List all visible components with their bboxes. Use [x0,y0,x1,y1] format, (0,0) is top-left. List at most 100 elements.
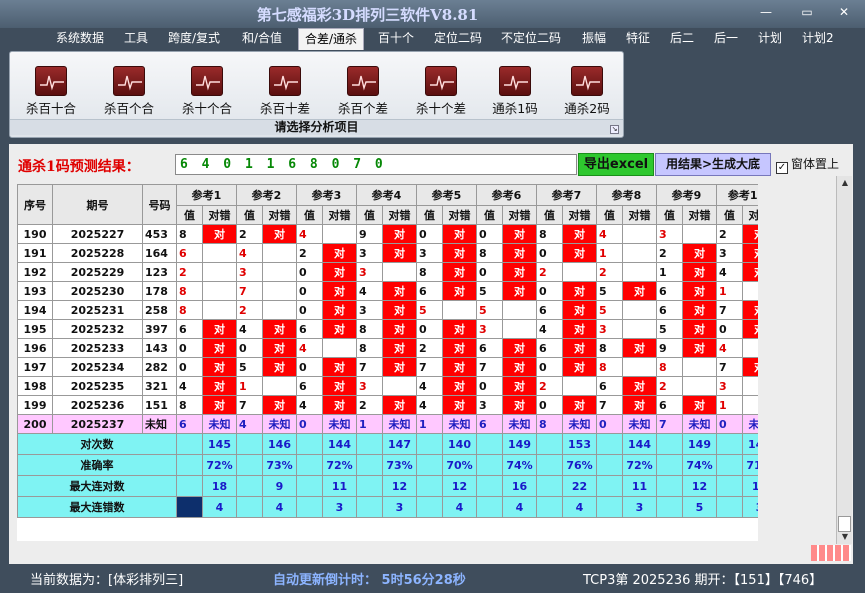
kill-hundreds-tens-sum-button[interactable]: 杀百十合 [16,64,86,117]
minimize-button[interactable]: — [752,3,780,21]
latest-draw-info: TCP3第 2025236 期开：【151】【746】 [583,573,823,588]
result-cell [202,243,237,263]
scroll-down-icon[interactable]: ▼ [837,530,853,544]
table-row[interactable]: 199 2025236 151 8 对 7 对 4 对 2 对 4 对 3 对 0 对 7 对 6 对 1 [17,395,758,415]
value-cell: 2 [716,224,743,244]
kill-tens-units-sum-button[interactable]: 杀十个合 [172,64,242,117]
menu-item-plan2[interactable]: 计划2 [796,28,840,50]
menu-item-last-one[interactable]: 后一 [708,28,744,50]
menu-item-span[interactable]: 跨度/复式 [162,28,226,50]
menu-item-hundreds-tens-units[interactable]: 百十个 [372,28,420,50]
stats-label: 准确率 [17,454,177,476]
value-cell: 6 [476,414,503,434]
table-row[interactable]: 193 2025230 178 8 7 0 对 4 对 6 对 5 对 0 对 5 对 6 对 1 [17,281,758,301]
export-excel-button[interactable]: 导出excel [578,153,654,176]
value-cell: 8 [596,357,623,377]
kill-one-code-button[interactable]: 通杀1码 [480,64,550,117]
menu-item-system-data[interactable]: 系统数据 [50,28,110,50]
value-cell: 0 [296,262,323,282]
result-cell: 对 [682,338,717,358]
result-cell: 对 [262,338,297,358]
value-cell: 4 [236,243,263,263]
table-row[interactable]: 1912025228164642对3对3对8对0对12对3对 [17,243,758,263]
value-cell: 6 [656,300,683,320]
value-cell: 3 [716,376,743,396]
result-subheader: 对错 [622,205,657,225]
ref-column-header: 参考8 [596,184,657,206]
stats-spacer-cell [536,475,563,497]
ribbon-caption: 请选择分析项目 [10,119,623,135]
vertical-scrollbar[interactable]: ▲ ▼ [836,176,852,544]
stats-value-cell: 70% [442,454,477,476]
stats-spacer-cell [536,496,563,518]
value-cell: 0 [536,395,563,415]
kill-tens-units-diff-button[interactable]: 杀十个差 [406,64,476,117]
result-cell [622,243,657,263]
menu-item-tools[interactable]: 工具 [118,28,154,50]
stats-value-cell: 16 [742,475,758,497]
kill-two-code-button[interactable]: 通杀2码 [552,64,622,117]
result-cell: 对 [502,281,537,301]
table-row[interactable]: 19520252323976对4对6对8对0对34对35对0对 [17,319,758,339]
kill-hundreds-units-sum-button[interactable]: 杀百个合 [94,64,164,117]
result-subheader: 对错 [382,205,417,225]
value-subheader: 值 [596,205,623,225]
table-row-pending[interactable]: 200 2025237 未知 6 未知 4 未知 0 未知 1 未知 1 未知 6 未知 8 未知 0 未知 7 未知 0… [17,414,758,434]
stats-spacer-cell [296,433,323,455]
stats-spacer-cell [296,454,323,476]
menu-item-sum[interactable]: 和/合值 [236,28,288,50]
kill-hundreds-units-diff-button[interactable]: 杀百个差 [328,64,398,117]
stats-spacer-cell [716,454,743,476]
menu-item-sum-diff-kill[interactable]: 合差/通杀 [298,28,365,50]
kill-hundreds-tens-diff-button[interactable]: 杀百十差 [250,64,320,117]
menu-item-fixed-two[interactable]: 定位二码 [428,28,488,50]
dialog-launcher-icon[interactable]: ↘ [610,125,619,134]
scroll-up-icon[interactable]: ▲ [837,176,853,190]
ref-column-header: 参考4 [356,184,417,206]
chart-icon [113,66,145,96]
chart-icon [571,66,603,96]
value-cell: 0 [716,319,743,339]
generate-base-button[interactable]: 用结果>生成大底 [655,153,771,176]
stats-value-cell: 144 [622,433,657,455]
value-subheader: 值 [296,205,323,225]
result-cell: 对 [442,395,477,415]
seq-cell: 200 [17,414,53,434]
result-cell: 对 [382,300,417,320]
value-cell: 4 [296,338,323,358]
menu-item-last-two[interactable]: 后二 [664,28,700,50]
window-on-top-checkbox[interactable]: ✓ 窗体置上 [776,155,839,174]
value-cell: 4 [416,395,443,415]
stats-spacer-cell [596,433,623,455]
maximize-button[interactable]: ▭ [793,3,821,21]
result-cell: 对 [382,281,417,301]
value-cell: 4 [176,376,203,396]
result-cell: 对 [382,243,417,263]
menu-item-unfixed-two[interactable]: 不定位二码 [495,28,567,50]
ribbon-button-label: 杀百个合 [103,101,154,116]
table-row[interactable]: 1922025229123230对38对0对221对4对 [17,262,758,282]
seq-cell: 195 [17,319,53,339]
table-row[interactable]: 1942025231258820对3对556对56对7对 [17,300,758,320]
value-cell: 6 [536,338,563,358]
menu-item-amplitude[interactable]: 振幅 [576,28,612,50]
value-cell: 8 [416,262,443,282]
result-cell: 对 [562,243,597,263]
menu-item-feature[interactable]: 特征 [620,28,656,50]
value-cell: 7 [356,357,383,377]
result-cell: 对 [442,319,477,339]
table-row[interactable]: 198 2025235 321 4 对 1 6 对 3 4 对 0 对 2 6 对 2 3 [17,376,758,396]
table-row[interactable]: 19720252342820对5对0对7对7对7对0对887对 [17,357,758,377]
value-cell: 1 [716,281,743,301]
value-cell: 0 [296,281,323,301]
result-cell [742,338,758,358]
menu-item-plan[interactable]: 计划 [752,28,788,50]
prediction-result-field[interactable]: 6 4 0 1 1 6 8 0 7 0 [175,154,577,175]
stats-spacer-cell [356,454,383,476]
table-row[interactable]: 19020252274538对2对49对0对0对8对432对 [17,224,758,244]
stats-value-cell: 4 [262,496,297,518]
table-row[interactable]: 196 2025233 143 0 对 0 对 4 8 对 2 对 6 对 6 对 8 对 9 对 4 [17,338,758,358]
close-button[interactable]: ✕ [830,3,858,21]
value-cell: 8 [176,281,203,301]
result-cell: 对 [442,338,477,358]
